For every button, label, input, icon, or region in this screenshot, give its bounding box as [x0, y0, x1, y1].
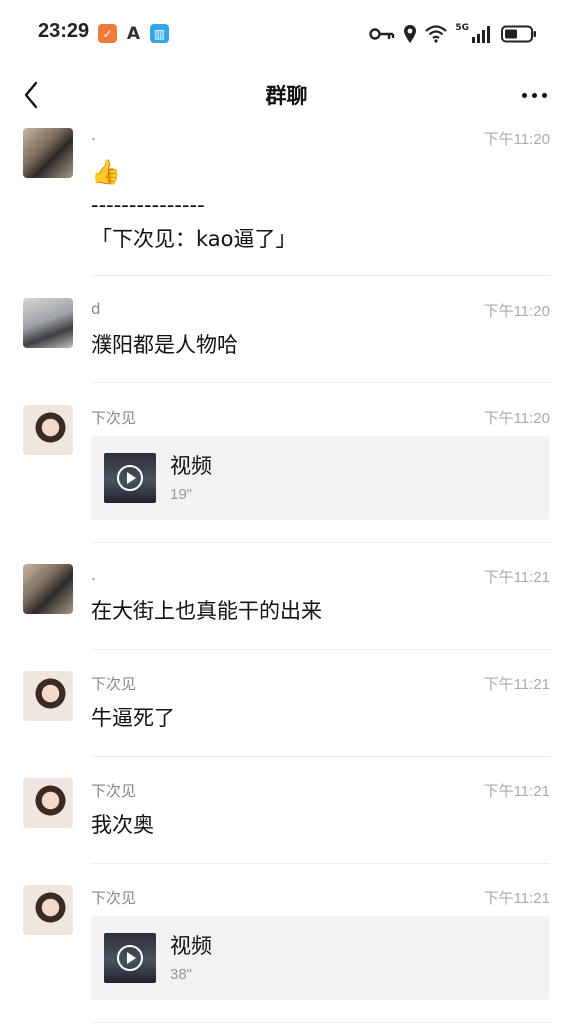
- more-button[interactable]: [517, 80, 551, 110]
- battery-icon: [501, 25, 536, 43]
- message-time: 下午11:20: [483, 131, 550, 148]
- text-a-icon: A: [126, 23, 141, 44]
- message-time: 下午11:21: [483, 783, 550, 800]
- message-time: 下午11:21: [483, 569, 550, 586]
- video-thumbnail: [104, 453, 156, 503]
- avatar[interactable]: [23, 885, 73, 935]
- video-title: 视频: [170, 934, 212, 958]
- signal-icon: [472, 26, 490, 43]
- wifi-icon: [425, 25, 448, 43]
- message-time: 下午11:21: [483, 676, 550, 693]
- page-title: 群聊: [265, 84, 308, 108]
- message-time: 下午11:21: [483, 890, 550, 907]
- sender-name: 下次见: [91, 409, 137, 427]
- thumbs-up-icon: 👍: [91, 158, 121, 186]
- sender-name: 下次见: [91, 782, 137, 800]
- divider: [91, 863, 550, 864]
- video-duration: 38": [170, 966, 193, 983]
- sender-name: d: [91, 300, 101, 318]
- app-orange-icon: ✓: [98, 24, 117, 43]
- play-icon: [117, 945, 143, 971]
- divider: [91, 382, 550, 383]
- message-text: 牛逼死了: [91, 706, 175, 730]
- message-list[interactable]: . 下午11:20 👍 --------------- 「下次见：kao逼了」 …: [0, 124, 573, 1028]
- message-time: 下午11:20: [483, 410, 550, 427]
- sender-name: 下次见: [91, 675, 137, 693]
- message-text: ---------------: [91, 193, 205, 217]
- divider: [91, 649, 550, 650]
- sender-name: 下次见: [91, 889, 137, 907]
- divider: [91, 275, 550, 276]
- avatar[interactable]: [23, 564, 73, 614]
- video-card[interactable]: 视频 38": [91, 916, 550, 1000]
- message-text: 「下次见：kao逼了」: [91, 227, 297, 251]
- network-label: 5G: [455, 23, 469, 33]
- message-text: 在大街上也真能干的出来: [91, 599, 322, 623]
- avatar[interactable]: [23, 298, 73, 348]
- avatar[interactable]: [23, 128, 73, 178]
- message-time: 下午11:20: [483, 303, 550, 320]
- location-icon: [404, 25, 417, 43]
- book-icon: ▥: [150, 24, 169, 43]
- status-time: 23:29: [38, 20, 90, 42]
- status-bar: 23:29 ✓ A ▥ 5G: [0, 0, 573, 66]
- play-icon: [117, 465, 143, 491]
- status-icons: 5G: [369, 20, 537, 48]
- video-title: 视频: [170, 454, 212, 478]
- more-dots-icon: [521, 92, 527, 98]
- sender-name: .: [91, 566, 96, 584]
- sender-name: .: [91, 126, 96, 144]
- video-card[interactable]: 视频 19": [91, 436, 550, 520]
- video-duration: 19": [170, 486, 193, 503]
- divider: [91, 756, 550, 757]
- nav-bar: 群聊: [0, 66, 573, 124]
- message-text: 我次奥: [91, 813, 154, 837]
- key-icon: [369, 28, 395, 40]
- video-thumbnail: [104, 933, 156, 983]
- divider: [91, 542, 550, 543]
- divider: [91, 1022, 550, 1023]
- message-text: 濮阳都是人物哈: [91, 333, 238, 357]
- avatar[interactable]: [23, 405, 73, 455]
- avatar[interactable]: [23, 778, 73, 828]
- avatar[interactable]: [23, 671, 73, 721]
